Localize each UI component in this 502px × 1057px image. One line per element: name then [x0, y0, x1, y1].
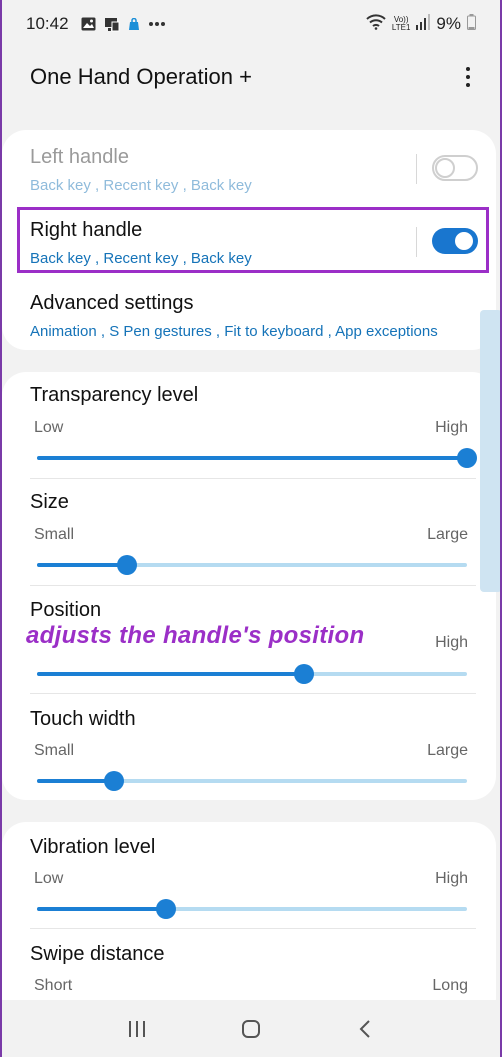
sliders-card: Transparency level Low High Size Small L… [2, 372, 496, 800]
advanced-settings-label: Advanced settings [30, 292, 194, 314]
touch-width-slider-block: Touch width Small Large [2, 694, 496, 800]
slider-high-label: High [435, 870, 468, 887]
status-bar: 10:42 Vo)) LTE1 9% [0, 0, 502, 48]
status-right: Vo)) LTE1 9% [366, 13, 476, 35]
page-title: One Hand Operation + [30, 64, 252, 89]
vertical-dots-icon[interactable] [464, 67, 472, 87]
slider-fill [37, 563, 128, 567]
slider-label: Touch width [30, 708, 136, 730]
slider-label: Vibration level [30, 836, 156, 858]
slider-fill [37, 907, 166, 911]
image-icon [81, 17, 96, 31]
size-slider-block: Size Small Large [2, 479, 496, 585]
battery-icon [467, 13, 476, 35]
slider-high-label: Large [427, 742, 468, 759]
slider-high-label: High [435, 419, 468, 436]
slider-label: Size [30, 491, 69, 513]
touch-width-slider[interactable] [37, 771, 467, 791]
cast-icon [104, 17, 120, 32]
vibration-slider[interactable] [37, 899, 467, 919]
slider-low-label: Low [34, 419, 64, 436]
slider-thumb[interactable] [457, 448, 477, 468]
battery-text: 9% [436, 14, 461, 33]
recents-icon[interactable] [117, 1009, 157, 1049]
slider-label: Position [30, 599, 102, 621]
left-handle-divider [416, 154, 417, 184]
right-handle-highlight [17, 207, 489, 273]
lte-bottom: LTE1 [391, 23, 411, 32]
slider-fill [37, 456, 467, 460]
back-icon[interactable] [345, 1009, 385, 1049]
slider-low-label: Low [34, 870, 64, 887]
slider-label: Swipe distance [30, 943, 165, 965]
left-handle-row[interactable]: Left handle Back key , Recent key , Back… [2, 130, 496, 202]
lte-indicator: Vo)) LTE1 [392, 16, 411, 32]
size-slider[interactable] [37, 555, 467, 575]
advanced-settings-row[interactable]: Advanced settings Animation , S Pen gest… [2, 278, 496, 350]
transparency-slider[interactable] [37, 448, 477, 468]
signal-icon [416, 13, 431, 35]
slider-thumb[interactable] [293, 664, 314, 684]
advanced-settings-sub: Animation , S Pen gestures , Fit to keyb… [30, 323, 438, 340]
home-icon[interactable] [231, 1009, 271, 1049]
transparency-slider-block: Transparency level Low High [2, 372, 496, 478]
slider-high-label: High [435, 634, 468, 651]
more-dots-icon [148, 21, 166, 27]
vibration-slider-block: Vibration level Low High [2, 822, 496, 928]
divider [30, 585, 476, 586]
slider-low-label: Small [34, 526, 75, 543]
left-handle-sub: Back key , Recent key , Back key [30, 177, 252, 194]
slider-low-label: Small [34, 742, 75, 759]
left-handle-toggle[interactable] [432, 155, 478, 181]
slider-high-label: Long [432, 977, 468, 994]
slider-thumb[interactable] [104, 771, 125, 791]
wifi-icon [366, 13, 386, 35]
navigation-bar [0, 1000, 502, 1057]
slider-fill [37, 779, 115, 783]
slider-fill [37, 672, 304, 676]
status-time: 10:42 [26, 14, 69, 33]
left-handle-label: Left handle [30, 146, 129, 168]
annotation-caption: adjusts the handle's position [26, 622, 365, 649]
scrollbar[interactable] [480, 310, 502, 592]
slider-thumb[interactable] [156, 899, 176, 919]
position-slider[interactable] [37, 664, 467, 684]
bag-icon [128, 17, 140, 31]
slider-thumb[interactable] [117, 555, 138, 575]
slider-label: Transparency level [30, 384, 199, 406]
vibration-card: Vibration level Low High Swipe distance … [2, 822, 496, 1022]
app-header: One Hand Operation + [0, 50, 502, 104]
slider-high-label: Large [427, 526, 468, 543]
slider-low-label: Short [34, 977, 73, 994]
